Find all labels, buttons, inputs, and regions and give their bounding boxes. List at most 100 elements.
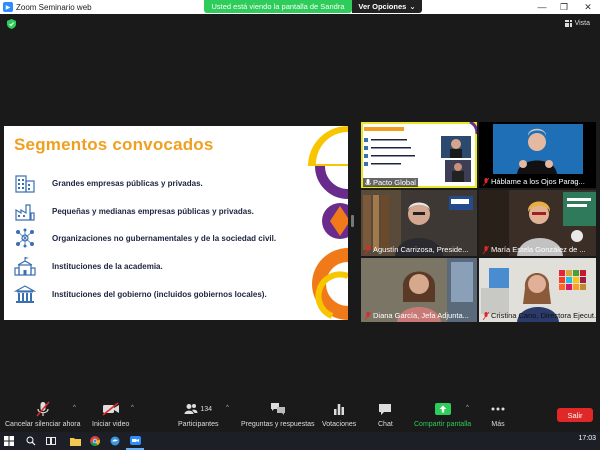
slide-title: Segmentos convocados: [14, 135, 214, 154]
chrome-icon: [90, 436, 100, 446]
view-label: Vista: [574, 20, 590, 27]
government-icon: [14, 285, 36, 303]
participant-name: Diana García, Jefa Adjunta...: [365, 311, 469, 320]
building-icon: [15, 175, 35, 193]
meeting-toolbar: Cancelar silenciar ahora ^ Iniciar video…: [0, 398, 600, 432]
mic-muted-icon: [365, 311, 371, 320]
mic-muted-icon: [36, 401, 50, 417]
participant-name: Pacto Global: [363, 178, 418, 187]
participants-options-caret[interactable]: ^: [226, 405, 229, 411]
shield-icon[interactable]: [7, 19, 16, 29]
chevron-down-icon: ⌄: [409, 2, 416, 11]
view-button[interactable]: Vista: [564, 20, 590, 27]
video-tile-agustin[interactable]: Agustín Carrizosa, Preside...: [361, 190, 477, 256]
video-options-caret[interactable]: ^: [131, 405, 134, 411]
search-icon: [26, 436, 36, 446]
shared-screen: Segmentos convocados Grandes empresas pú…: [4, 126, 348, 320]
more-label: Más: [491, 421, 505, 428]
slide-item-label: Pequeñas y medianas empresas públicas y …: [52, 206, 254, 216]
grid-icon: [564, 20, 572, 27]
taskbar-zoom[interactable]: [126, 432, 144, 450]
taskbar-chrome[interactable]: [86, 432, 104, 450]
chat-label: Chat: [378, 421, 393, 428]
share-screen-button[interactable]: Compartir pantalla: [414, 401, 471, 428]
video-tile-maria-estela[interactable]: María Estela González de ...: [479, 190, 596, 256]
maximize-button[interactable]: ❐: [552, 0, 576, 14]
qa-icon: [270, 403, 285, 415]
video-tile-cristina[interactable]: Cristina Cano, Directora Ejecut...: [479, 258, 596, 322]
slide-item-label: Organizaciones no gubernamentales y de l…: [52, 233, 277, 243]
taskbar-file-explorer[interactable]: [66, 432, 84, 450]
participant-name-label: Agustín Carrizosa, Preside...: [373, 245, 469, 254]
share-options-caret[interactable]: ^: [466, 405, 469, 411]
close-button[interactable]: ✕: [576, 0, 600, 14]
slide-decoration: [308, 126, 348, 320]
unmute-button[interactable]: Cancelar silenciar ahora: [5, 401, 80, 428]
share-banner: Usted está viendo la pantalla de Sandra: [204, 0, 352, 13]
task-view-icon: [46, 437, 56, 445]
mic-muted-icon: [483, 311, 489, 320]
more-button[interactable]: Más: [491, 401, 505, 428]
leave-button[interactable]: Salir: [557, 408, 593, 422]
zoom-logo-icon: ▶: [3, 2, 13, 12]
mic-icon: [365, 178, 371, 185]
participant-name: Cristina Cano, Directora Ejecut...: [483, 311, 596, 320]
video-tile-hablame[interactable]: Háblame a los Ojos Parag...: [479, 122, 596, 188]
mic-muted-icon: [483, 177, 489, 186]
zoom-icon: [129, 435, 141, 445]
video-off-icon: [102, 402, 119, 416]
zoom-window: ▶ Zoom Seminario web Usted está viendo l…: [0, 0, 600, 450]
view-options-label: Ver Opciones: [358, 2, 407, 11]
network-icon: [16, 228, 34, 248]
slide-item: Instituciones de la academia.: [14, 256, 163, 276]
polls-label: Votaciones: [322, 421, 357, 428]
school-icon: [14, 257, 36, 276]
split-handle[interactable]: [351, 215, 354, 227]
audio-options-caret[interactable]: ^: [73, 405, 76, 411]
task-view-button[interactable]: [42, 432, 60, 450]
chat-button[interactable]: Chat: [378, 401, 393, 428]
start-button[interactable]: [0, 432, 18, 450]
qa-label: Preguntas y respuestas: [241, 421, 315, 428]
taskbar-clock: 17:03: [578, 435, 596, 442]
windows-icon: [4, 436, 14, 446]
slide-item: Instituciones del gobierno (incluidos go…: [14, 284, 267, 304]
start-video-label: Iniciar video: [92, 421, 130, 428]
os-taskbar: 17:03: [0, 432, 600, 450]
taskbar-search[interactable]: [22, 432, 40, 450]
slide-item: Pequeñas y medianas empresas públicas y …: [14, 201, 254, 221]
polls-button[interactable]: Votaciones: [322, 401, 356, 428]
polls-icon: [334, 404, 345, 415]
slide-item-label: Instituciones de la academia.: [52, 261, 163, 271]
participant-name-label: Cristina Cano, Directora Ejecut...: [491, 311, 596, 320]
window-title: Zoom Seminario web: [16, 2, 92, 12]
mic-muted-icon: [365, 245, 371, 254]
taskbar-edge[interactable]: [106, 432, 124, 450]
share-screen-label: Compartir pantalla: [414, 421, 472, 428]
factory-icon: [15, 204, 35, 221]
slide-item: Organizaciones no gubernamentales y de l…: [14, 228, 276, 248]
video-tile-diana[interactable]: Diana García, Jefa Adjunta...: [361, 258, 477, 322]
slide-item-label: Instituciones del gobierno (incluidos go…: [52, 289, 267, 299]
participant-name-label: Diana García, Jefa Adjunta...: [373, 311, 469, 320]
participants-icon: [184, 404, 198, 414]
more-icon: [491, 407, 505, 411]
participant-name-label: María Estela González de ...: [491, 245, 586, 254]
minimize-button[interactable]: —: [530, 0, 554, 14]
mic-muted-icon: [483, 245, 489, 254]
participant-name-label: Háblame a los Ojos Parag...: [491, 177, 585, 186]
share-screen-icon: [434, 403, 451, 415]
participants-label: Participantes: [178, 421, 219, 428]
folder-icon: [69, 437, 81, 446]
participants-button[interactable]: 134 Participantes: [178, 401, 218, 428]
unmute-label: Cancelar silenciar ahora: [5, 421, 81, 428]
start-video-button[interactable]: Iniciar video: [92, 401, 129, 428]
participant-name: Háblame a los Ojos Parag...: [483, 177, 585, 186]
view-options-button[interactable]: Ver Opciones ⌄: [352, 0, 422, 13]
chat-icon: [379, 403, 392, 415]
video-tile-pacto-global[interactable]: Pacto Global: [361, 122, 477, 188]
participants-count: 134: [200, 405, 213, 413]
qa-button[interactable]: Preguntas y respuestas: [241, 401, 315, 428]
slide-item-label: Grandes empresas públicas y privadas.: [52, 178, 203, 188]
participant-name-label: Pacto Global: [373, 178, 416, 187]
